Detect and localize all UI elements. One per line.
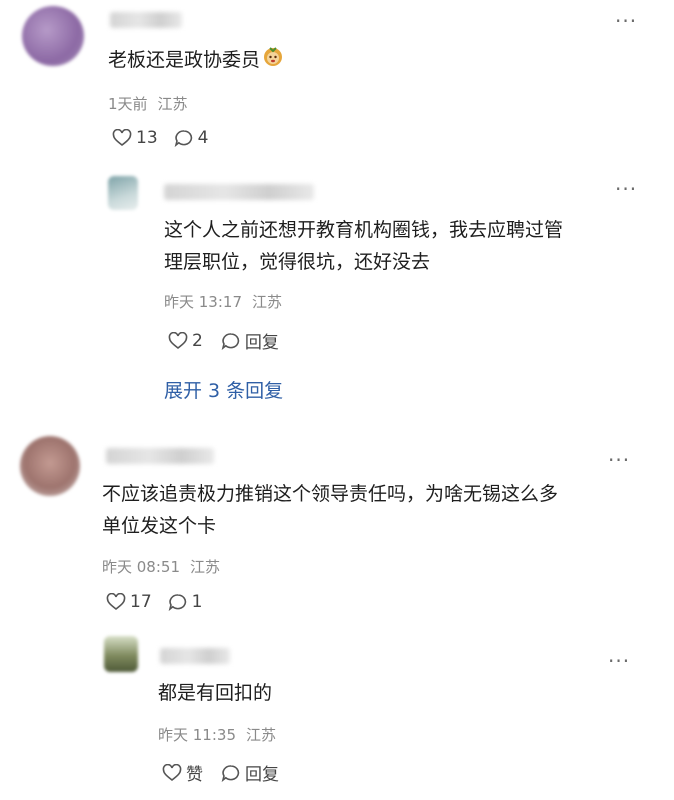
comment-actions: 13 4 (112, 128, 208, 148)
timestamp: 昨天 08:51 (102, 558, 180, 576)
heart-icon (106, 593, 126, 611)
heart-icon (162, 763, 182, 781)
comment-meta: 昨天 08:51 江苏 (102, 556, 220, 577)
location: 江苏 (190, 558, 221, 576)
heart-icon (168, 331, 188, 349)
chat-bubble-icon (168, 594, 186, 611)
location: 江苏 (246, 726, 277, 744)
location: 江苏 (157, 95, 188, 113)
reply-button[interactable]: 回复 (221, 760, 279, 785)
username-blurred[interactable] (110, 12, 182, 28)
reply-meta: 昨天 11:35 江苏 (158, 724, 276, 745)
chat-bubble-icon (221, 332, 239, 350)
comment-meta: 1天前 江苏 (108, 93, 188, 114)
avatar[interactable] (108, 176, 138, 210)
chat-bubble-icon (221, 764, 240, 782)
like-button[interactable]: 赞 (162, 760, 203, 785)
comment-text: 不应该追责极力推销这个领导责任吗，为啥无锡这么多 单位发这个卡 (102, 483, 559, 537)
reply-count-button[interactable]: 4 (174, 128, 208, 148)
more-options-icon[interactable]: ··· (608, 450, 630, 470)
like-button[interactable]: 17 (106, 592, 152, 612)
username-blurred[interactable] (106, 448, 214, 464)
avatar[interactable] (20, 436, 80, 496)
heart-icon (112, 129, 132, 147)
monkey-emoji-icon (262, 45, 284, 77)
comment-text: 老板还是政协委员 (108, 44, 284, 77)
expand-replies-link[interactable]: 展开 3 条回复 (164, 376, 283, 403)
reply-actions: 2 回复 (168, 328, 279, 353)
chat-bubble-icon (174, 130, 192, 147)
like-button[interactable]: 13 (112, 128, 158, 148)
more-options-icon[interactable]: ··· (615, 11, 637, 31)
reply-meta: 昨天 13:17 江苏 (164, 291, 282, 312)
avatar[interactable] (104, 636, 138, 672)
more-options-icon[interactable]: ··· (615, 179, 637, 199)
more-options-icon[interactable]: ··· (608, 651, 630, 671)
timestamp: 昨天 13:17 (164, 293, 242, 311)
username-blurred[interactable] (164, 184, 314, 200)
timestamp: 1天前 (108, 95, 148, 113)
reply-button[interactable]: 回复 (221, 328, 279, 353)
like-button[interactable]: 2 (168, 331, 203, 351)
location: 江苏 (252, 293, 283, 311)
comment-actions: 17 1 (106, 592, 202, 612)
reply-actions: 赞 回复 (162, 760, 279, 785)
username-blurred[interactable] (160, 648, 230, 664)
reply-text: 都是有回扣的 (158, 682, 273, 704)
timestamp: 昨天 11:35 (158, 726, 236, 744)
avatar[interactable] (22, 6, 84, 66)
reply-text: 这个人之前还想开教育机构圈钱，我去应聘过管 理层职位，觉得很坑，还好没去 (164, 219, 564, 273)
reply-count-button[interactable]: 1 (168, 592, 202, 612)
